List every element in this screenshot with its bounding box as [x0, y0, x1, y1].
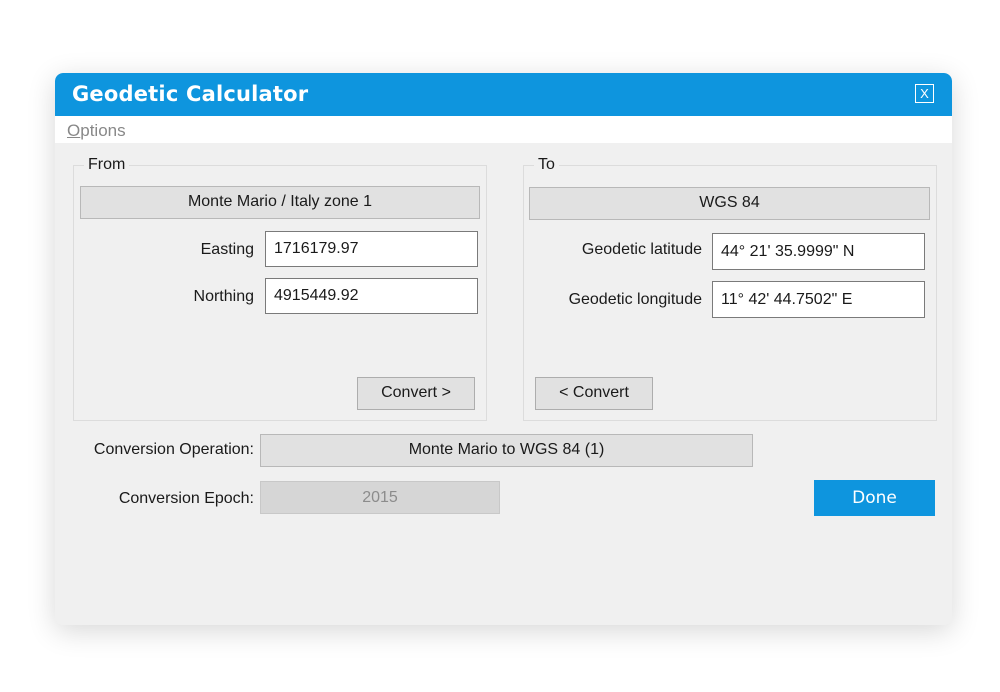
done-button[interactable]: Done	[814, 480, 935, 516]
longitude-label: Geodetic longitude	[568, 291, 702, 308]
conversion-epoch-label: Conversion Epoch:	[118, 490, 254, 507]
to-legend: To	[534, 156, 559, 174]
menu-options-label: ptions	[80, 121, 126, 140]
longitude-field[interactable]	[712, 281, 925, 318]
convert-backward-button[interactable]: < Convert	[535, 377, 653, 410]
latitude-label: Geodetic latitude	[581, 241, 702, 258]
northing-field[interactable]	[265, 278, 478, 314]
to-crs-selector[interactable]: WGS 84	[529, 187, 930, 220]
menu-bar: Options	[55, 116, 952, 143]
window-title: Geodetic Calculator	[72, 82, 309, 106]
conversion-operation-selector[interactable]: Monte Mario to WGS 84 (1)	[260, 434, 753, 467]
conversion-epoch-field: 2015	[260, 481, 500, 514]
close-button[interactable]: X	[915, 84, 934, 103]
northing-label: Northing	[193, 288, 254, 305]
geodetic-calculator-window: Geodetic Calculator X Options From Monte…	[55, 73, 952, 625]
title-bar: Geodetic Calculator X	[55, 73, 952, 116]
easting-label: Easting	[200, 241, 254, 258]
from-legend: From	[84, 156, 130, 174]
conversion-operation-label: Conversion Operation:	[93, 441, 254, 458]
easting-field[interactable]	[265, 231, 478, 267]
menu-options-mnemonic: O	[67, 121, 81, 140]
menu-options[interactable]: Options	[67, 121, 126, 141]
convert-forward-button[interactable]: Convert >	[357, 377, 475, 410]
from-crs-selector[interactable]: Monte Mario / Italy zone 1	[80, 186, 480, 219]
latitude-field[interactable]	[712, 233, 925, 270]
